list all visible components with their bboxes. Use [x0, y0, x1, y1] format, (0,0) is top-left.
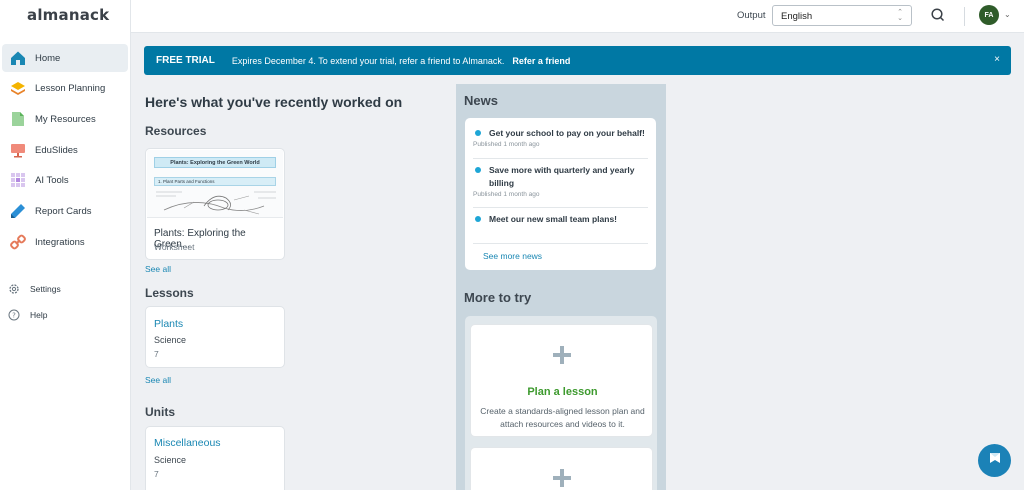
- output-label: Output: [737, 10, 766, 21]
- refer-friend-link[interactable]: Refer a friend: [512, 56, 570, 66]
- lesson-card[interactable]: Plants Science 7: [145, 306, 285, 368]
- worksheet-thumbnail: Plants: Exploring the Green World 1. Pla…: [147, 150, 283, 218]
- divider: [473, 243, 648, 244]
- lessons-see-all-link[interactable]: See all: [145, 375, 171, 385]
- resource-card[interactable]: Plants: Exploring the Green World 1. Pla…: [145, 148, 285, 260]
- select-arrows-icon: ⌃ ⌄: [897, 9, 903, 22]
- news-item[interactable]: Save more with quarterly and yearly bill…: [473, 164, 648, 198]
- units-heading: Units: [145, 405, 175, 419]
- stack-icon: [10, 80, 26, 96]
- output-language-value: English: [781, 11, 813, 22]
- bullet-icon: [475, 167, 481, 173]
- news-published: Published 1 month ago: [473, 191, 540, 198]
- unit-subject: Science: [154, 455, 187, 465]
- thumb-title: Plants: Exploring the Green World: [154, 157, 276, 168]
- document-icon: [10, 111, 26, 127]
- plan-lesson-title: Plan a lesson: [527, 386, 598, 398]
- try-card[interactable]: [470, 447, 653, 490]
- sidebar-item-label: Home: [35, 52, 61, 64]
- sidebar-item-label: AI Tools: [35, 174, 69, 186]
- plus-icon: [553, 469, 571, 487]
- news-title: Save more with quarterly and yearly bill…: [489, 165, 635, 188]
- sidebar-item-lesson-planning[interactable]: Lesson Planning: [2, 74, 128, 102]
- plan-lesson-description: Create a standards-aligned lesson plan a…: [480, 406, 645, 429]
- topbar: Output English ⌃ ⌄ FA ⌄: [131, 0, 1024, 33]
- help-icon: ?: [8, 309, 20, 321]
- sidebar-item-integrations[interactable]: Integrations: [2, 228, 128, 256]
- right-panel: News Get your school to pay on your beha…: [456, 84, 666, 490]
- sidebar-item-label: Settings: [30, 284, 61, 294]
- lessons-heading: Lessons: [145, 286, 194, 300]
- link-icon: [10, 234, 26, 250]
- plan-lesson-card[interactable]: Plan a lesson Create a standards-aligned…: [470, 324, 653, 437]
- output-language-select[interactable]: English ⌃ ⌄: [772, 5, 912, 26]
- sidebar-item-my-resources[interactable]: My Resources: [2, 105, 128, 133]
- sidebar-item-home[interactable]: Home: [2, 44, 128, 72]
- divider: [473, 158, 648, 159]
- chevron-down-icon[interactable]: ⌄: [1004, 10, 1011, 19]
- news-item[interactable]: Get your school to pay on your behalf! P…: [473, 127, 648, 148]
- close-icon[interactable]: ×: [994, 54, 1000, 65]
- almanack-logo[interactable]: almanack: [27, 6, 109, 24]
- sidebar-item-settings[interactable]: Settings: [8, 283, 61, 295]
- news-published: Published 1 month ago: [473, 141, 540, 148]
- chat-button[interactable]: [978, 444, 1011, 477]
- resources-heading: Resources: [145, 124, 207, 138]
- trial-text: Expires December 4. To extend your trial…: [231, 55, 505, 66]
- lesson-grade: 7: [154, 349, 159, 359]
- sidebar-item-label: Report Cards: [35, 205, 92, 217]
- news-title: Get your school to pay on your behalf!: [489, 128, 645, 138]
- unit-card[interactable]: Miscellaneous Science 7: [145, 426, 285, 490]
- unit-grade: 7: [154, 469, 159, 479]
- lesson-subject: Science: [154, 335, 187, 345]
- news-heading: News: [464, 93, 498, 108]
- divider: [964, 7, 965, 26]
- trial-tag: FREE TRIAL: [156, 55, 215, 66]
- lesson-name: Plants: [154, 318, 184, 330]
- gear-icon: [8, 283, 20, 295]
- see-more-news-link[interactable]: See more news: [483, 251, 542, 261]
- plant-diagram-icon: [156, 191, 276, 215]
- divider: [473, 207, 648, 208]
- free-trial-banner: FREE TRIAL Expires December 4. To extend…: [144, 46, 1011, 75]
- sidebar-item-help[interactable]: ? Help: [8, 309, 47, 321]
- news-item[interactable]: Meet our new small team plans!: [473, 213, 648, 226]
- search-icon[interactable]: [931, 8, 945, 22]
- unit-name: Miscellaneous: [154, 437, 221, 449]
- avatar[interactable]: FA: [979, 5, 999, 25]
- resource-type: Worksheet: [154, 242, 195, 252]
- sidebar-item-label: Integrations: [35, 236, 85, 248]
- plus-icon: [553, 346, 571, 364]
- home-icon: [10, 50, 26, 66]
- sidebar-item-label: EduSlides: [35, 144, 78, 156]
- chat-icon: [988, 451, 1002, 470]
- resources-see-all-link[interactable]: See all: [145, 264, 171, 274]
- sidebar-item-report-cards[interactable]: Report Cards: [2, 197, 128, 225]
- svg-text:?: ?: [12, 312, 16, 320]
- sidebar: almanack Home Lesson Planning My Resourc…: [0, 0, 131, 490]
- more-to-try-heading: More to try: [464, 290, 532, 305]
- news-title: Meet our new small team plans!: [489, 214, 618, 224]
- sidebar-item-eduslides[interactable]: EduSlides: [2, 136, 128, 164]
- news-card: Get your school to pay on your behalf! P…: [465, 118, 656, 270]
- sidebar-item-ai-tools[interactable]: AI Tools: [2, 166, 128, 194]
- bullet-icon: [475, 130, 481, 136]
- presentation-icon: [10, 142, 26, 158]
- thumb-subtitle: 1. Plant Parts and Functions: [154, 177, 276, 186]
- sidebar-item-label: Lesson Planning: [35, 82, 106, 94]
- page-title: Here's what you've recently worked on: [145, 94, 403, 110]
- pencil-icon: [10, 203, 26, 219]
- sidebar-item-label: Help: [30, 310, 48, 320]
- bullet-icon: [475, 216, 481, 222]
- grid-icon: [10, 172, 26, 188]
- sidebar-item-label: My Resources: [35, 113, 96, 125]
